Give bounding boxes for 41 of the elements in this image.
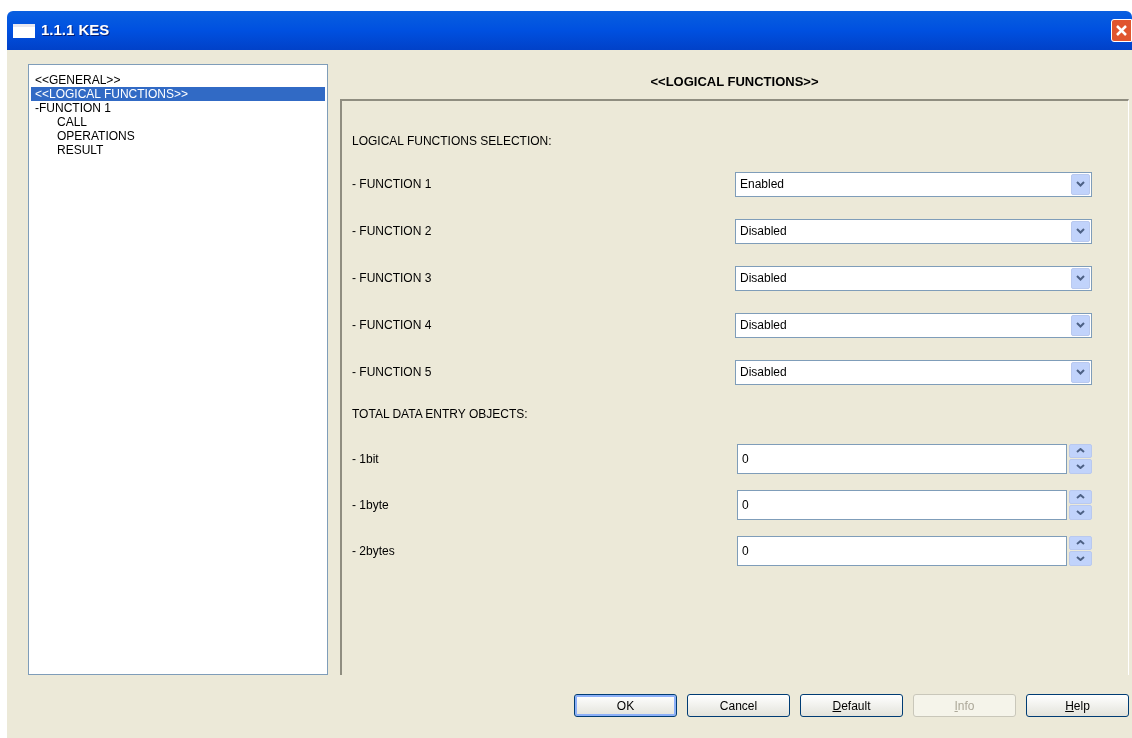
field-label: - FUNCTION 1 <box>352 176 432 194</box>
tree-item[interactable]: <<LOGICAL FUNCTIONS>> <box>31 87 325 101</box>
field-label: - FUNCTION 3 <box>352 270 432 288</box>
tree-item[interactable]: OPERATIONS <box>31 129 325 143</box>
field-label: - 1bit <box>352 450 379 468</box>
tree-item[interactable]: <<GENERAL>> <box>31 73 325 87</box>
window-title: 1.1.1 KES <box>41 20 110 41</box>
spinner-arrows[interactable] <box>1069 443 1092 474</box>
close-button[interactable] <box>1111 19 1132 42</box>
chevron-down-icon <box>1071 173 1090 195</box>
dialog-button[interactable]: Cancel <box>687 694 790 717</box>
field-label: - FUNCTION 5 <box>352 364 432 382</box>
spinner-arrows[interactable] <box>1069 489 1092 520</box>
dropdown[interactable]: Disabled <box>735 359 1092 385</box>
dropdown[interactable]: Enabled <box>735 171 1092 197</box>
field-label: - FUNCTION 2 <box>352 223 432 241</box>
field-label: - FUNCTION 4 <box>352 317 432 335</box>
tree-item[interactable]: -FUNCTION 1 <box>31 101 325 115</box>
dialog-button[interactable]: Help <box>1026 694 1129 717</box>
spinner-arrows[interactable] <box>1069 535 1092 566</box>
chevron-down-icon <box>1071 361 1090 383</box>
dropdown[interactable]: Disabled <box>735 265 1092 291</box>
tree-item[interactable]: CALL <box>31 115 325 129</box>
chevron-down-icon <box>1071 220 1090 242</box>
window-icon <box>13 23 35 38</box>
panel-heading: <<LOGICAL FUNCTIONS>> <box>649 72 820 91</box>
field-label: - 1byte <box>352 496 389 514</box>
section-label: TOTAL DATA ENTRY OBJECTS: <box>352 405 529 423</box>
dropdown[interactable]: Disabled <box>735 218 1092 244</box>
dropdown[interactable]: Disabled <box>735 312 1092 338</box>
dialog-button[interactable]: OK <box>574 694 677 717</box>
field-label: - 2bytes <box>352 542 395 560</box>
chevron-down-icon <box>1071 267 1090 289</box>
close-icon <box>1115 24 1128 37</box>
number-field[interactable]: 0 <box>737 443 1067 474</box>
section-label: LOGICAL FUNCTIONS SELECTION: <box>352 132 553 150</box>
chevron-down-icon <box>1071 314 1090 336</box>
dialog-button[interactable]: Default <box>800 694 903 717</box>
number-field[interactable]: 0 <box>737 489 1067 520</box>
number-field[interactable]: 0 <box>737 535 1067 566</box>
tree-item[interactable]: RESULT <box>31 143 325 157</box>
